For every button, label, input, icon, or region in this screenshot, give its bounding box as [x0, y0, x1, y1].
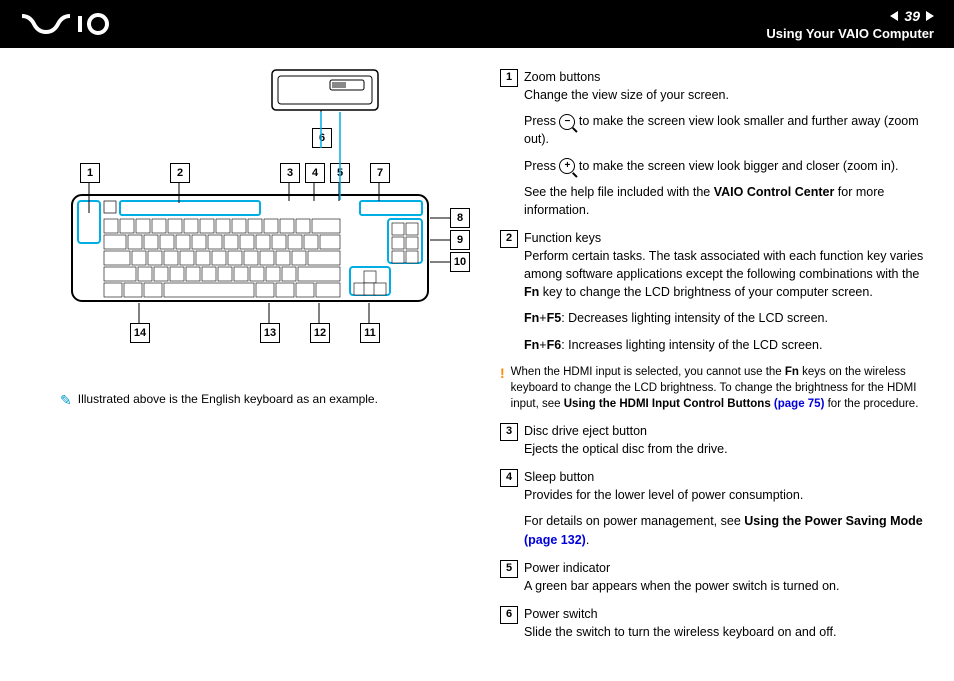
caption-text: Illustrated above is the English keyboar… [78, 392, 378, 406]
item-2: 2 Function keysPerform certain tasks. The… [500, 229, 924, 354]
zoom-in-icon: + [559, 158, 575, 174]
callout-8: 8 [450, 208, 470, 228]
detail-inset [270, 68, 380, 123]
note-icon: ✎ [60, 392, 72, 409]
next-page-icon[interactable] [926, 11, 934, 21]
callout-1: 1 [80, 163, 100, 183]
warning-note: !When the HDMI input is selected, you ca… [500, 364, 924, 412]
callout-13: 13 [260, 323, 280, 343]
item-1: 1 Zoom buttonsChange the view size of you… [500, 68, 924, 219]
prev-page-icon[interactable] [890, 11, 898, 21]
callout-5: 5 [330, 163, 350, 183]
warning-text: When the HDMI input is selected, you can… [511, 364, 924, 412]
header-title: Using Your VAIO Computer [766, 26, 934, 41]
item-text: Fn+F6: Increases lighting intensity of t… [524, 336, 924, 354]
item-body: Sleep buttonProvides for the lower level… [524, 468, 924, 549]
vaio-logo [20, 12, 130, 36]
page-number: 39 [904, 8, 920, 24]
item-number: 2 [500, 230, 518, 248]
zoom-out-icon: − [559, 114, 575, 130]
keyboard-diagram: 6 1 2 3 4 5 7 8 9 10 11 12 13 14 [60, 68, 460, 368]
item-number: 4 [500, 469, 518, 487]
item-text: Press − to make the screen view look sma… [524, 112, 924, 148]
callout-9: 9 [450, 230, 470, 250]
item-text: Function keysPerform certain tasks. The … [524, 229, 924, 302]
callout-3: 3 [280, 163, 300, 183]
item-number: 3 [500, 423, 518, 441]
content: 6 1 2 3 4 5 7 8 9 10 11 12 13 14 [0, 48, 954, 681]
header-right: 39 Using Your VAIO Computer [766, 8, 934, 41]
item-4: 4 Sleep buttonProvides for the lower leve… [500, 468, 924, 549]
item-body: Zoom buttonsChange the view size of your… [524, 68, 924, 219]
callout-6: 6 [312, 128, 332, 148]
page-header: 39 Using Your VAIO Computer [0, 0, 954, 48]
item-body: Disc drive eject buttonEjects the optica… [524, 422, 924, 458]
left-column: 6 1 2 3 4 5 7 8 9 10 11 12 13 14 [60, 68, 460, 651]
item-text: Disc drive eject buttonEjects the optica… [524, 422, 924, 458]
callout-2: 2 [170, 163, 190, 183]
callout-7: 7 [370, 163, 390, 183]
right-column: 1 Zoom buttonsChange the view size of you… [500, 68, 924, 651]
callout-12: 12 [310, 323, 330, 343]
page-number-nav: 39 [766, 8, 934, 24]
illustration-caption: ✎ Illustrated above is the English keybo… [60, 392, 460, 409]
item-body: Function keysPerform certain tasks. The … [524, 229, 924, 354]
keyboard-illustration [70, 193, 430, 306]
item-6: 6 Power switchSlide the switch to turn th… [500, 605, 924, 641]
callout-4: 4 [305, 163, 325, 183]
item-body: Power indicatorA green bar appears when … [524, 559, 924, 595]
item-number: 1 [500, 69, 518, 87]
item-number: 5 [500, 560, 518, 578]
item-text: Zoom buttonsChange the view size of your… [524, 68, 924, 104]
callout-10: 10 [450, 252, 470, 272]
item-text: For details on power management, see Usi… [524, 512, 924, 548]
item-body: Power switchSlide the switch to turn the… [524, 605, 924, 641]
item-text: Press + to make the screen view look big… [524, 157, 924, 175]
item-number: 6 [500, 606, 518, 624]
item-3: 3 Disc drive eject buttonEjects the optic… [500, 422, 924, 458]
item-text: Power switchSlide the switch to turn the… [524, 605, 924, 641]
item-text: Fn+F5: Decreases lighting intensity of t… [524, 309, 924, 327]
item-5: 5 Power indicatorA green bar appears when… [500, 559, 924, 595]
item-text: See the help file included with the VAIO… [524, 183, 924, 219]
warning-icon: ! [500, 364, 505, 412]
item-text: Sleep buttonProvides for the lower level… [524, 468, 924, 504]
callout-11: 11 [360, 323, 380, 343]
item-text: Power indicatorA green bar appears when … [524, 559, 924, 595]
callout-14: 14 [130, 323, 150, 343]
